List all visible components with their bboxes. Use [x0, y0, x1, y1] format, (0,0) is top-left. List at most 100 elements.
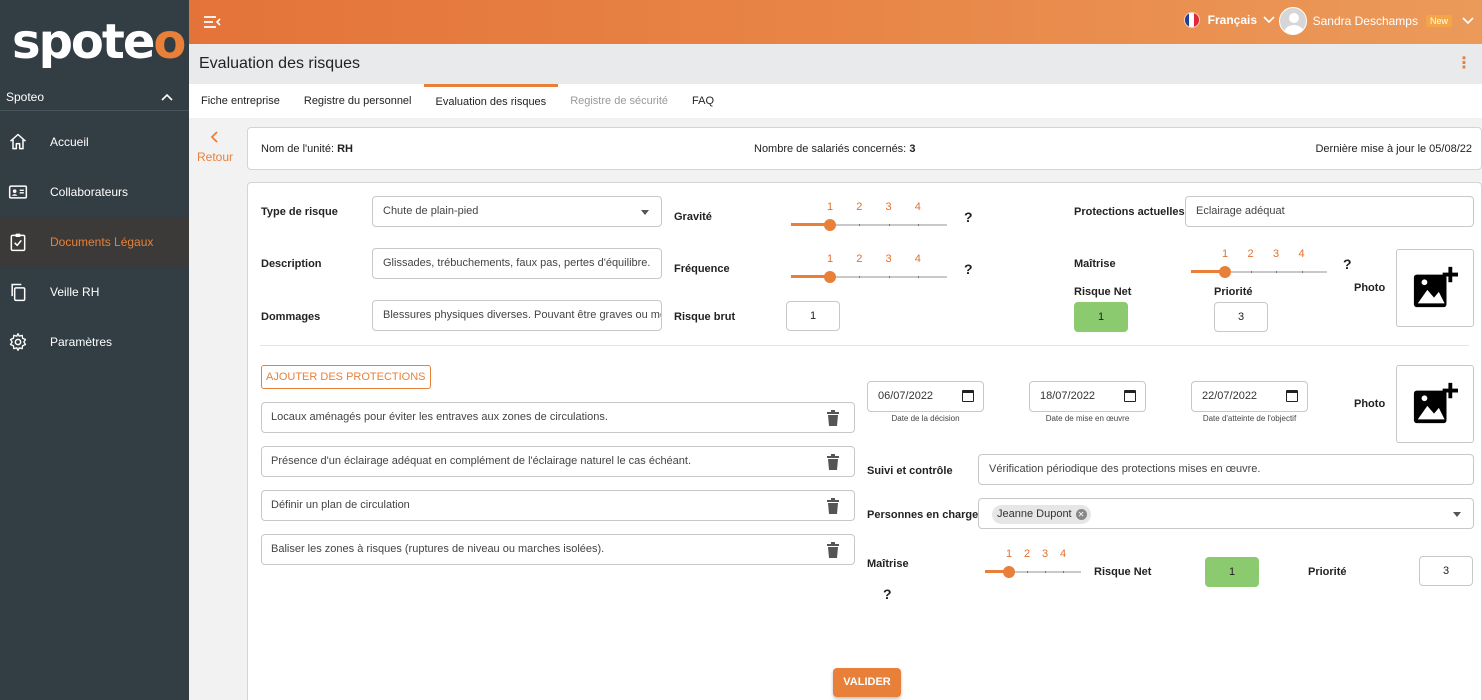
tab-fiche-entreprise[interactable]: Fiche entreprise — [189, 84, 292, 118]
personnes-select[interactable]: Jeanne Dupont ✕ — [978, 498, 1474, 529]
back-label: Retour — [196, 150, 234, 164]
caret-down-icon — [1453, 512, 1461, 517]
clipboard-check-icon — [8, 232, 28, 252]
user-menu[interactable]: Sandra Deschamps New — [1278, 7, 1474, 35]
slider-knob[interactable] — [1219, 266, 1231, 278]
home-icon — [8, 132, 28, 152]
tab-registre-securite[interactable]: Registre de sécurité — [558, 84, 680, 118]
slider-tick — [1027, 571, 1028, 573]
slider-tick — [859, 276, 861, 278]
trash-icon[interactable] — [826, 410, 840, 426]
slider-tick — [1276, 271, 1277, 273]
person-chip: Jeanne Dupont ✕ — [992, 505, 1091, 524]
slider-tick — [1301, 271, 1303, 273]
action-maitrise-help-icon[interactable]: ? — [883, 586, 892, 602]
slider-tick — [1063, 571, 1064, 573]
action-maitrise-slider[interactable]: 1234 — [985, 548, 1081, 578]
unit-info-card: Nom de l'unité: RH Nombre de salariés co… — [247, 127, 1482, 170]
submit-button[interactable]: VALIDER — [833, 668, 901, 697]
org-selector[interactable]: Spoteo — [0, 84, 189, 110]
sidebar-item-veille-rh[interactable]: Veille RH — [0, 267, 189, 317]
slider-tick — [917, 224, 919, 226]
action-priorite-value[interactable]: 3 — [1419, 556, 1473, 586]
maitrise-label: Maîtrise — [1074, 258, 1116, 270]
frequence-slider[interactable]: 1 2 3 4 — [791, 253, 947, 283]
risk-type-select[interactable]: Chute de plain-pied — [372, 196, 662, 227]
menu-collapse-icon[interactable] — [203, 12, 223, 32]
personnes-label: Personnes en charge — [867, 509, 979, 521]
sidebar-item-parametres[interactable]: Paramètres — [0, 317, 189, 367]
add-action-photo-button[interactable] — [1396, 365, 1474, 443]
frequence-help-icon[interactable]: ? — [964, 261, 973, 277]
priorite-value[interactable]: 3 — [1214, 302, 1268, 332]
france-flag-icon — [1183, 12, 1200, 28]
language-selector[interactable]: Français — [1183, 12, 1275, 28]
description-label: Description — [261, 258, 322, 270]
slider-knob[interactable] — [824, 219, 836, 231]
action-risque-net-label: Risque Net — [1094, 566, 1152, 578]
id-card-icon — [8, 182, 28, 202]
slider-scale-label: 2 — [1247, 248, 1254, 260]
trash-icon[interactable] — [826, 498, 840, 514]
slider-scale-label: 4 — [1059, 548, 1067, 560]
decision-date-input[interactable]: 06/07/2022 — [867, 381, 984, 412]
chevron-down-icon — [1263, 16, 1275, 24]
risque-brut-value: 1 — [786, 301, 840, 331]
add-photo-button[interactable] — [1396, 249, 1474, 327]
add-photo-icon — [1413, 266, 1458, 308]
calendar-icon — [1124, 390, 1136, 402]
more-options-icon[interactable]: ⋮ — [1456, 56, 1472, 72]
protection-item[interactable]: Définir un plan de circulation — [261, 490, 855, 521]
protection-item[interactable]: Locaux aménagés pour éviter les entraves… — [261, 402, 855, 433]
action-maitrise-label: Maîtrise — [867, 558, 909, 570]
slider-tick — [1250, 271, 1252, 273]
sidebar-item-accueil[interactable]: Accueil — [0, 117, 189, 167]
protection-item[interactable]: Baliser les zones à risques (ruptures de… — [261, 534, 855, 565]
maitrise-slider[interactable]: 1 2 3 4 — [1191, 248, 1327, 278]
slider-knob[interactable] — [824, 271, 836, 283]
slider-knob[interactable] — [1003, 566, 1015, 578]
slider-scale-label: 1 — [1005, 548, 1013, 560]
sidebar-item-documents-legaux[interactable]: Documents Légaux — [0, 217, 189, 267]
suivi-field[interactable]: Vérification périodique des protections … — [978, 454, 1474, 485]
maitrise-help-icon[interactable]: ? — [1343, 256, 1352, 272]
tab-faq[interactable]: FAQ — [680, 84, 726, 118]
gravite-slider[interactable]: 1 2 3 4 — [791, 201, 947, 231]
avatar — [1278, 7, 1307, 35]
gravite-help-icon[interactable]: ? — [964, 209, 973, 225]
unit-name: Nom de l'unité: RH — [261, 143, 353, 155]
tab-registre-personnel[interactable]: Registre du personnel — [292, 84, 424, 118]
description-field[interactable]: Glissades, trébuchements, faux pas, pert… — [372, 248, 662, 279]
action-priorite-label: Priorité — [1308, 566, 1347, 578]
add-protections-button[interactable]: AJOUTER DES PROTECTIONS — [261, 365, 431, 389]
slider-scale: 1234 — [791, 253, 947, 265]
tab-evaluation-risques[interactable]: Evaluation des risques — [423, 84, 559, 118]
slider-scale-label: 4 — [1298, 248, 1305, 260]
calendar-icon — [1286, 390, 1298, 402]
employee-count: Nombre de salariés concernés: 3 — [754, 143, 916, 155]
risk-form-card: Type de risque Chute de plain-pied Descr… — [247, 182, 1482, 700]
sidebar-item-collaborateurs[interactable]: Collaborateurs — [0, 167, 189, 217]
protections-field[interactable]: Eclairage adéquat — [1185, 196, 1474, 227]
chevron-up-icon — [161, 93, 173, 101]
sidebar-nav: Accueil Collaborateurs Documents Légaux … — [0, 117, 189, 367]
slider-scale-label: 4 — [914, 253, 921, 265]
objective-date-input[interactable]: 22/07/2022 — [1191, 381, 1308, 412]
implementation-date-input[interactable]: 18/07/2022 — [1029, 381, 1146, 412]
copy-icon — [8, 282, 28, 302]
chevron-down-icon — [1462, 17, 1474, 25]
page-title: Evaluation des risques — [199, 55, 360, 72]
slider-scale-label: 1 — [1221, 248, 1229, 260]
sidebar-item-label: Collaborateurs — [50, 185, 129, 199]
sidebar-item-label: Accueil — [50, 135, 89, 149]
trash-icon[interactable] — [826, 542, 840, 558]
risque-net-label: Risque Net — [1074, 286, 1132, 298]
slider-scale: 1234 — [985, 548, 1081, 560]
slider-scale-label: 3 — [1272, 248, 1280, 260]
back-button[interactable]: Retour — [195, 128, 235, 164]
dommages-field[interactable]: Blessures physiques diverses. Pouvant êt… — [372, 300, 662, 331]
spoteo-logo[interactable]: spote o — [0, 0, 189, 84]
trash-icon[interactable] — [826, 454, 840, 470]
remove-chip-icon[interactable]: ✕ — [1075, 509, 1087, 520]
protection-item[interactable]: Présence d'un éclairage adéquat en compl… — [261, 446, 855, 477]
